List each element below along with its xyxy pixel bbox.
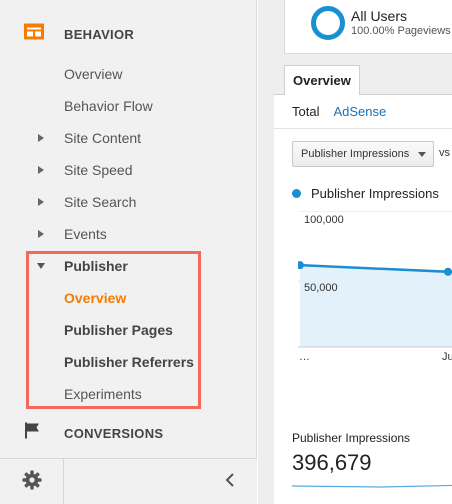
sidebar-item-experiments[interactable]: Experiments — [0, 378, 257, 410]
behavior-section-header[interactable]: BEHAVIOR — [0, 14, 257, 54]
settings-button[interactable] — [0, 459, 64, 504]
conversions-section-header[interactable]: CONVERSIONS — [0, 413, 257, 453]
subtab-adsense[interactable]: AdSense — [333, 104, 386, 119]
main-content: All Users 100.00% Pageviews Overview Tot… — [258, 0, 452, 504]
chevron-down-icon — [418, 152, 426, 157]
segment-card[interactable]: All Users 100.00% Pageviews — [284, 0, 452, 54]
line-chart: 100,000 50,000 … Jul — [296, 210, 452, 371]
sidebar-item-behavior-flow[interactable]: Behavior Flow — [0, 90, 257, 122]
sidebar-item-label: Events — [64, 226, 107, 242]
caret-right-icon — [38, 230, 44, 238]
caret-right-icon — [38, 198, 44, 206]
y-tick-label: 50,000 — [304, 282, 338, 294]
divider — [274, 128, 452, 129]
behavior-icon — [24, 23, 44, 45]
sidebar-item-label: Site Search — [64, 194, 137, 210]
caret-down-icon — [37, 263, 45, 269]
legend-label: Publisher Impressions — [311, 186, 439, 201]
chart-legend: Publisher Impressions — [292, 186, 439, 201]
sidebar-item-events[interactable]: Events — [0, 218, 257, 250]
conversions-section-label: CONVERSIONS — [64, 425, 164, 441]
metric-select[interactable]: Publisher Impressions — [292, 141, 434, 167]
sidebar-item-label: Site Speed — [64, 162, 133, 178]
x-tick-label: … — [299, 351, 310, 363]
x-tick-label: Jul — [442, 351, 452, 363]
metric-select-value: Publisher Impressions — [301, 148, 410, 160]
sidebar-item-publisher-referrers[interactable]: Publisher Referrers — [0, 346, 257, 378]
sidebar-item-publisher-overview[interactable]: Overview — [0, 282, 257, 314]
sidebar-item-site-content[interactable]: Site Content — [0, 122, 257, 154]
tab-overview[interactable]: Overview — [284, 65, 360, 96]
sidebar-item-publisher-pages[interactable]: Publisher Pages — [0, 314, 257, 346]
subtab-total[interactable]: Total — [292, 104, 319, 119]
gear-icon — [22, 470, 42, 495]
segment-subtitle: 100.00% Pageviews — [351, 25, 451, 37]
legend-dot-icon — [292, 189, 301, 198]
y-tick-label: 100,000 — [304, 214, 344, 226]
sidebar: BEHAVIOR Overview Behavior Flow Site Con… — [0, 0, 257, 504]
segment-ring-icon — [311, 6, 345, 40]
sidebar-item-label: Site Content — [64, 130, 142, 146]
caret-right-icon — [38, 134, 44, 142]
vs-label: vs — [439, 147, 450, 159]
subtab-bar: Total AdSense — [292, 104, 386, 119]
sidebar-item-label: Behavior Flow — [64, 98, 153, 114]
scorecard-value: 396,679 — [292, 450, 372, 475]
sidebar-item-label: Overview — [64, 290, 127, 306]
tab-bar: Overview — [274, 65, 452, 96]
sidebar-item-label: Experiments — [64, 386, 142, 402]
series-point — [444, 267, 452, 276]
sidebar-item-overview[interactable]: Overview — [0, 58, 257, 90]
segment-title: All Users — [351, 8, 408, 24]
sidebar-item-label: Publisher Pages — [64, 322, 173, 338]
sparkline — [292, 484, 452, 488]
series-area — [300, 265, 452, 347]
sidebar-item-publisher[interactable]: Publisher — [0, 250, 257, 282]
chevron-left-icon — [225, 472, 235, 492]
scorecard-label: Publisher Impressions — [292, 431, 411, 445]
sidebar-item-site-speed[interactable]: Site Speed — [0, 154, 257, 186]
report-panel: Total AdSense Publisher Impressions vs P… — [274, 95, 452, 504]
collapse-sidebar-button[interactable] — [221, 472, 239, 492]
behavior-section-label: BEHAVIOR — [64, 26, 135, 42]
sidebar-item-label: Overview — [64, 66, 123, 82]
sidebar-footer — [0, 458, 257, 504]
flag-icon — [24, 422, 42, 445]
caret-right-icon — [38, 166, 44, 174]
sidebar-item-label: Publisher — [64, 258, 128, 274]
sidebar-item-label: Publisher Referrers — [64, 354, 194, 370]
sidebar-item-site-search[interactable]: Site Search — [0, 186, 257, 218]
